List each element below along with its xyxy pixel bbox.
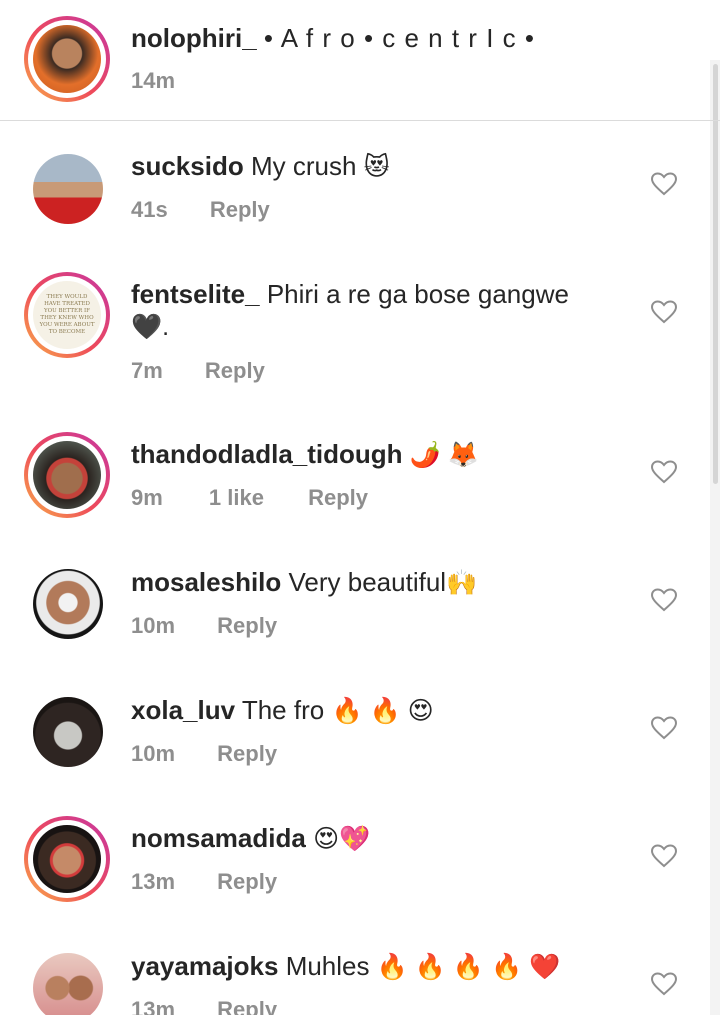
story-ring[interactable]: THEY WOULD HAVE TREATED YOU BETTER IF TH…: [24, 272, 110, 358]
avatar[interactable]: [33, 953, 103, 1015]
avatar: [33, 25, 101, 93]
comment-emoji: 😻: [363, 153, 390, 181]
comment-time: 13m: [131, 869, 176, 894]
avatar[interactable]: [33, 154, 103, 224]
heart-outline-icon[interactable]: [651, 588, 677, 612]
comment-time: 41s: [131, 197, 168, 222]
like-count[interactable]: 1 like: [209, 485, 264, 511]
heart-outline-icon[interactable]: [651, 716, 677, 740]
heart-outline-icon[interactable]: [651, 460, 677, 484]
comment-body: My crush: [250, 151, 357, 181]
avatar[interactable]: [33, 697, 103, 767]
reply-button[interactable]: Reply: [217, 997, 277, 1015]
avatar: [33, 825, 101, 893]
comment-time: 13m: [131, 997, 176, 1015]
heart-outline-icon[interactable]: [651, 300, 677, 324]
comment-time: 7m: [131, 358, 163, 383]
comment-body: Muhles: [285, 951, 370, 981]
comment-row: xola_luv The fro 🔥 🔥 😍 10m Reply: [0, 674, 712, 789]
story-ring[interactable]: [24, 816, 110, 902]
comment-body: Phiri a re ga bose gangwe: [266, 279, 569, 309]
caption-meta: 14m: [131, 68, 175, 94]
heart-outline-icon[interactable]: [651, 172, 677, 196]
comment-body: Very beautiful: [288, 567, 447, 597]
comment-meta: 41s Reply: [131, 197, 270, 223]
scrollbar-thumb[interactable]: [713, 64, 718, 484]
reply-button[interactable]: Reply: [217, 869, 277, 895]
comment-row: mosaleshilo Very beautiful🙌 10m Reply: [0, 546, 712, 661]
comment-meta: 13m Reply: [131, 869, 277, 895]
comment-row: THEY WOULD HAVE TREATED YOU BETTER IF TH…: [0, 258, 712, 398]
comment-emoji: 🖤.: [131, 313, 170, 341]
comment-username[interactable]: fentselite_: [131, 279, 260, 309]
comment-username[interactable]: thandodladla_tidough: [131, 439, 403, 469]
comment-time: 10m: [131, 741, 176, 766]
comment-username[interactable]: nomsamadida: [131, 823, 306, 853]
reply-button[interactable]: Reply: [308, 485, 368, 511]
reply-button[interactable]: Reply: [217, 741, 277, 767]
avatar: [33, 441, 101, 509]
comment-text: thandodladla_tidough 🌶️ 🦊: [131, 438, 479, 471]
comment-text-continued: 🖤.: [131, 310, 169, 343]
reply-button[interactable]: Reply: [217, 613, 277, 639]
caption-username[interactable]: nolophiri_: [131, 23, 257, 53]
comment-time: 9m: [131, 485, 163, 510]
comment-emoji: 🙌: [446, 569, 478, 597]
post-caption: nolophiri_ • A f r o • c e n t r I c • 1…: [0, 0, 720, 121]
comment-meta: 9m 1 like Reply: [131, 485, 368, 511]
comment-row: nomsamadida 😍💖 13m Reply: [0, 802, 712, 917]
comment-emoji: 😍💖: [313, 825, 371, 853]
avatar: THEY WOULD HAVE TREATED YOU BETTER IF TH…: [33, 281, 101, 349]
caption-avatar-ring[interactable]: [24, 16, 110, 102]
comment-username[interactable]: xola_luv: [131, 695, 235, 725]
comment-meta: 13m Reply: [131, 997, 277, 1015]
comment-username[interactable]: yayamajoks: [131, 951, 278, 981]
avatar-text: THEY WOULD HAVE TREATED YOU BETTER IF TH…: [39, 294, 95, 335]
comment-text: yayamajoks Muhles 🔥 🔥 🔥 🔥 ❤️: [131, 950, 560, 983]
caption-line: nolophiri_ • A f r o • c e n t r I c •: [131, 22, 535, 54]
comment-text: mosaleshilo Very beautiful🙌: [131, 566, 477, 599]
comment-emoji: 🔥 🔥 😍: [331, 697, 434, 725]
comment-meta: 7m Reply: [131, 358, 265, 384]
comment-time: 10m: [131, 613, 176, 638]
story-ring[interactable]: [24, 432, 110, 518]
comment-text: fentselite_ Phiri a re ga bose gangwe: [131, 278, 569, 310]
comment-row: thandodladla_tidough 🌶️ 🦊 9m 1 like Repl…: [0, 418, 712, 533]
reply-button[interactable]: Reply: [210, 197, 270, 223]
comment-emoji: 🌶️ 🦊: [409, 441, 479, 469]
comment-username[interactable]: sucksido: [131, 151, 244, 181]
comment-meta: 10m Reply: [131, 741, 277, 767]
caption-text: • A f r o • c e n t r I c •: [263, 23, 535, 53]
comment-text: xola_luv The fro 🔥 🔥 😍: [131, 694, 434, 727]
avatar[interactable]: [33, 569, 103, 639]
comment-text: nomsamadida 😍💖: [131, 822, 370, 855]
heart-outline-icon[interactable]: [651, 972, 677, 996]
comment-row: yayamajoks Muhles 🔥 🔥 🔥 🔥 ❤️ 13m Reply: [0, 930, 712, 1015]
caption-time: 14m: [131, 68, 176, 93]
heart-outline-icon[interactable]: [651, 844, 677, 868]
reply-button[interactable]: Reply: [205, 358, 265, 384]
comment-username[interactable]: mosaleshilo: [131, 567, 281, 597]
comment-meta: 10m Reply: [131, 613, 277, 639]
comment-emoji: 🔥 🔥 🔥 🔥 ❤️: [376, 953, 561, 981]
comment-text: sucksido My crush 😻: [131, 150, 390, 183]
comment-row: sucksido My crush 😻 41s Reply: [0, 130, 712, 240]
comment-body: The fro: [241, 695, 325, 725]
